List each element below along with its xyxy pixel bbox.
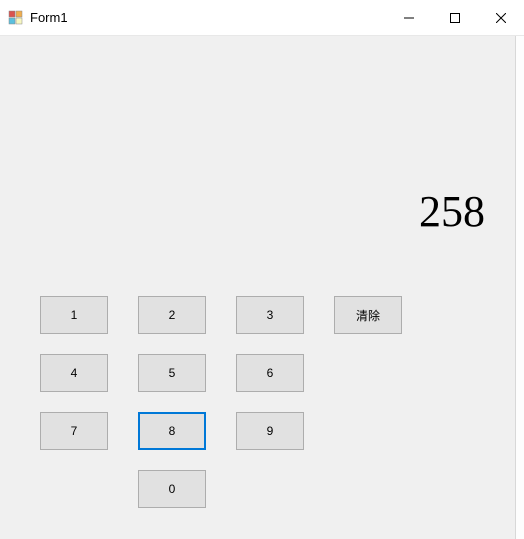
key-3[interactable]: 3 [236,296,304,334]
key-6[interactable]: 6 [236,354,304,392]
maximize-button[interactable] [432,0,478,36]
maximize-icon [450,13,460,23]
key-5[interactable]: 5 [138,354,206,392]
key-8[interactable]: 8 [138,412,206,450]
close-button[interactable] [478,0,524,36]
key-7[interactable]: 7 [40,412,108,450]
window: Form1 258 1 [0,0,524,539]
titlebar: Form1 [0,0,524,36]
vertical-scrollbar[interactable] [516,36,524,539]
window-controls [386,0,524,35]
minimize-button[interactable] [386,0,432,36]
keypad: 1 2 3 清除 4 5 6 7 8 9 0 [40,296,402,528]
minimize-icon [404,13,414,23]
key-1[interactable]: 1 [40,296,108,334]
key-row-4: 0 [138,470,402,508]
clear-button[interactable]: 清除 [334,296,402,334]
key-4[interactable]: 4 [40,354,108,392]
display-value: 258 [419,186,485,237]
key-row-1: 1 2 3 清除 [40,296,402,334]
close-icon [496,13,506,23]
key-9[interactable]: 9 [236,412,304,450]
app-icon [8,10,24,26]
key-row-3: 7 8 9 [40,412,402,450]
client-area: 258 1 2 3 清除 4 5 6 7 8 9 0 [0,36,516,539]
key-2[interactable]: 2 [138,296,206,334]
key-row-2: 4 5 6 [40,354,402,392]
key-0[interactable]: 0 [138,470,206,508]
window-title: Form1 [30,10,386,25]
